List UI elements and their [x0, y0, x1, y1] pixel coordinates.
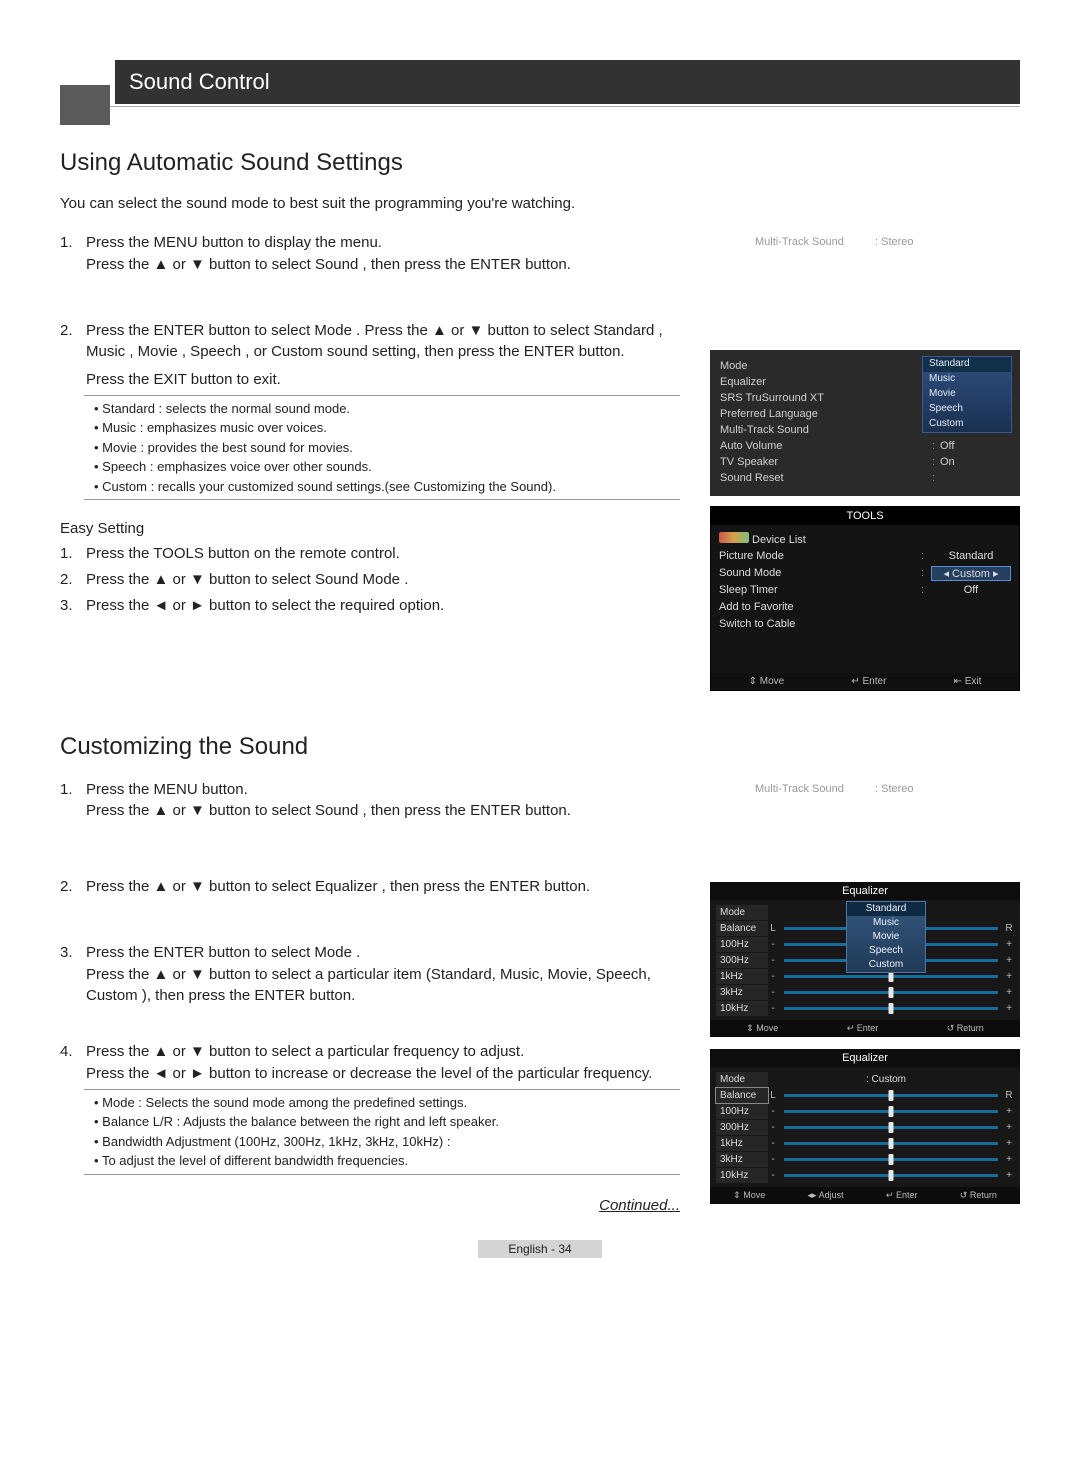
c-step1b: Press the ▲ or ▼ button to select Sound … [86, 800, 680, 822]
bullet: Standard : selects the normal sound mode… [94, 399, 680, 419]
page-title: Sound Control [115, 60, 1020, 104]
c-step4b: Press the ◄ or ► button to increase or d… [86, 1063, 680, 1085]
section-heading-auto-sound: Using Automatic Sound Settings [60, 149, 1020, 177]
osd-row: Auto Volume:Off [720, 438, 1010, 454]
step1-line1: Press the MENU button to display the men… [86, 232, 680, 254]
bullet: Bandwidth Adjustment (100Hz, 300Hz, 1kHz… [94, 1132, 680, 1152]
bullet: Music : emphasizes music over voices. [94, 418, 680, 438]
eq-row[interactable]: 10kHz-+ [710, 1167, 1020, 1183]
eq-mode-option[interactable]: Standard [847, 902, 925, 916]
continued-text: Continued... [60, 1197, 680, 1214]
eq-row[interactable]: 1kHz-+ [710, 1135, 1020, 1151]
eq-footer-item: ⇕ Move [733, 1190, 765, 1201]
multi-track-sound-status-2: Multi-Track Sound: Stereo [710, 783, 1020, 795]
section1-intro: You can select the sound mode to best su… [60, 195, 1020, 212]
eq2-footer: ⇕ Move ◂▸ Adjust ↵ Enter ↺ Return [710, 1187, 1020, 1204]
c-step2: Press the ▲ or ▼ button to select Equali… [86, 876, 680, 898]
bullet: Custom : recalls your customized sound s… [94, 477, 680, 497]
eq-mode-option[interactable]: Custom [847, 958, 925, 972]
eq-row[interactable]: Mode: Custom [710, 1071, 1020, 1087]
eq-row[interactable]: ModeStandardStandardMusicMovieSpeechCust… [710, 904, 1020, 920]
osd-option[interactable]: Movie [923, 387, 1011, 402]
eq-footer-item: ↺ Return [947, 1023, 984, 1034]
tools-row[interactable]: Add to Favorite [719, 599, 1011, 616]
eq-row[interactable]: 300Hz-+ [710, 1119, 1020, 1135]
step-number: 2. [60, 320, 74, 391]
section-heading-customizing: Customizing the Sound [60, 733, 1020, 761]
tools-row[interactable]: Switch to Cable [719, 616, 1011, 633]
eq1-footer: ⇕ Move ↵ Enter ↺ Return [710, 1020, 1020, 1037]
eq-mode-option[interactable]: Speech [847, 944, 925, 958]
eq1-title: Equalizer [710, 882, 1020, 900]
bullet: To adjust the level of different bandwid… [94, 1151, 680, 1171]
osd-option[interactable]: Custom [923, 417, 1011, 432]
page-footer: English - 34 [60, 1242, 1020, 1256]
tools-row[interactable]: Device List [719, 531, 1011, 548]
osd-option[interactable]: Speech [923, 402, 1011, 417]
equalizer-panel-2: Equalizer Mode: CustomBalanceLR100Hz-+30… [710, 1049, 1020, 1204]
customizing-bullets: Mode : Selects the sound mode among the … [94, 1093, 680, 1171]
divider [60, 106, 1020, 107]
step-number: 1. [60, 232, 74, 276]
bullet: Balance L/R : Adjusts the balance betwee… [94, 1112, 680, 1132]
eq-footer-item: ◂▸ Adjust [808, 1190, 844, 1201]
eq-row[interactable]: 10kHz-+ [710, 1000, 1020, 1016]
eq-row[interactable]: 3kHz-+ [710, 1151, 1020, 1167]
equalizer-panel-1: Equalizer ModeStandardStandardMusicMovie… [710, 882, 1020, 1037]
osd-row: Sound Reset: [720, 470, 1010, 486]
osd-option[interactable]: Standard [923, 357, 1011, 372]
tools-footer-item: ⇤ Exit [954, 676, 982, 687]
eq-row[interactable]: 3kHz-+ [710, 984, 1020, 1000]
tools-row[interactable]: Picture Mode:Standard [719, 548, 1011, 565]
step1-line2: Press the ▲ or ▼ button to select Sound … [86, 254, 680, 276]
step2-line1: Press the ENTER button to select Mode . … [86, 320, 680, 364]
bullet: Movie : provides the best sound for movi… [94, 438, 680, 458]
eq-mode-option[interactable]: Music [847, 916, 925, 930]
eq-footer-item: ↺ Return [960, 1190, 997, 1201]
eq-row[interactable]: 100Hz-+ [710, 1103, 1020, 1119]
eq2-title: Equalizer [710, 1049, 1020, 1067]
eq-footer-item: ↵ Enter [847, 1023, 879, 1034]
c-step4a: Press the ▲ or ▼ button to select a part… [86, 1041, 680, 1063]
eq-mode-option[interactable]: Movie [847, 930, 925, 944]
tools-footer-item: ↵ Enter [851, 676, 886, 687]
easy-step2: Press the ▲ or ▼ button to select Sound … [86, 569, 680, 591]
tools-footer-item: ⇕ Move [749, 676, 785, 687]
step2-line2: Press the EXIT button to exit. [86, 369, 680, 391]
bullet: Speech : emphasizes voice over other sou… [94, 457, 680, 477]
multi-track-sound-status: Multi-Track Sound: Stereo [710, 236, 1020, 248]
eq-row[interactable]: BalanceLR [710, 1087, 1020, 1103]
c-step3a: Press the ENTER button to select Mode . [86, 942, 680, 964]
bullet: Mode : Selects the sound mode among the … [94, 1093, 680, 1113]
osd-mode-options: StandardMusicMovieSpeechCustom [922, 356, 1012, 433]
osd-option[interactable]: Music [923, 372, 1011, 387]
easy-setting-title: Easy Setting [60, 520, 680, 537]
easy-step3: Press the ◄ or ► button to select the re… [86, 595, 680, 617]
eq-footer-item: ⇕ Move [746, 1023, 778, 1034]
c-step3b: Press the ▲ or ▼ button to select a part… [86, 964, 680, 1008]
tools-panel: TOOLS Device ListPicture Mode:StandardSo… [710, 506, 1020, 691]
tools-row[interactable]: Sound Mode:◂ Custom ▸ [719, 565, 1011, 582]
eq-footer-item: ↵ Enter [886, 1190, 918, 1201]
tools-footer: ⇕ Move ↵ Enter ⇤ Exit [711, 673, 1019, 690]
osd-row: TV Speaker:On [720, 454, 1010, 470]
c-step1a: Press the MENU button. [86, 779, 680, 801]
header-tab-stub [60, 85, 110, 125]
easy-step1: Press the TOOLS button on the remote con… [86, 543, 680, 565]
osd-sound-menu: Mode:Equalizer:SRS TruSurround XT:Prefer… [710, 350, 1020, 496]
tools-row[interactable]: Sleep Timer:Off [719, 582, 1011, 599]
tools-title: TOOLS [711, 507, 1019, 525]
sound-mode-bullets: Standard : selects the normal sound mode… [94, 399, 680, 497]
